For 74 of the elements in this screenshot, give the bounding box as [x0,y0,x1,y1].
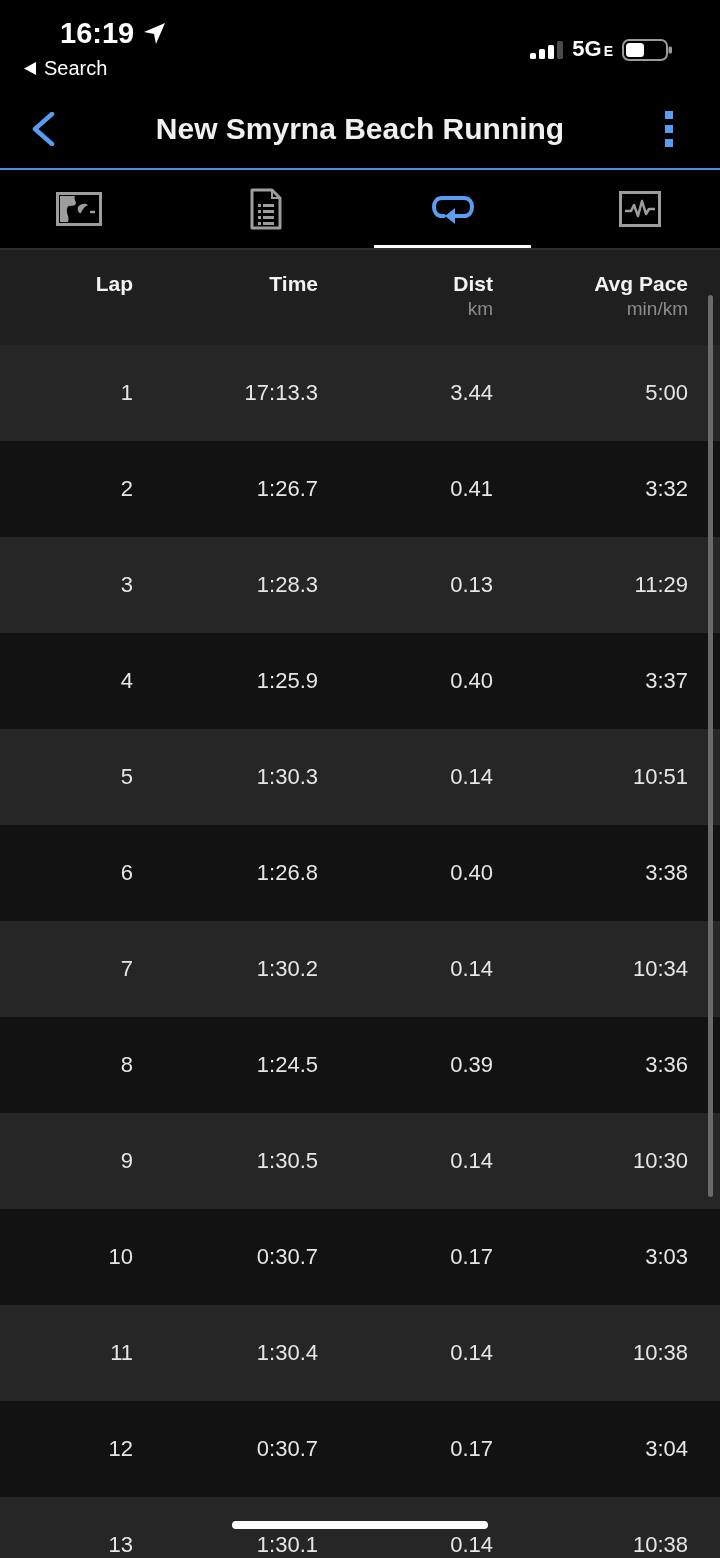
pulse-chart-icon [618,191,661,227]
table-cell: 3.44 [450,381,493,405]
column-header: Avg Pace [594,271,688,297]
back-to-search-link[interactable]: Search [24,56,108,80]
table-cell: 0.40 [450,669,493,693]
table-cell: 10:30 [632,1149,688,1173]
table-cell: 10:38 [632,1341,688,1365]
table-cell: 3:32 [645,477,688,501]
battery-icon [622,39,672,61]
column-header: Dist [453,271,493,297]
table-cell: 10:51 [632,765,688,789]
table-cell: 0.39 [450,1053,493,1077]
back-button[interactable] [30,112,56,146]
table-cell: 1:28.3 [256,573,318,597]
table-cell: 0.14 [450,765,493,789]
table-cell: 0.14 [450,1149,493,1173]
table-cell: 3:38 [645,861,688,885]
table-cell: 3:37 [645,669,688,693]
table-cell: 0.13 [450,573,493,597]
table-cell: 10:38 [632,1533,688,1557]
chevron-left-icon [30,112,56,146]
column-unit: km [467,298,493,320]
column-header: Time [269,271,318,297]
table-cell: 0:30.7 [256,1245,318,1269]
table-cell: 13 [108,1533,133,1557]
table-cell: 0.17 [450,1245,493,1269]
table-cell: 12 [108,1437,133,1461]
more-vertical-icon [664,111,674,147]
more-button[interactable] [664,111,674,147]
table-cell: 1:30.3 [256,765,318,789]
table-cell: 11:29 [634,573,688,597]
loop-arrow-icon [430,193,475,225]
table-cell: 0:30.7 [256,1437,318,1461]
table-cell: 10:34 [632,957,688,981]
back-triangle-icon [24,61,36,75]
table-cell: 0.14 [450,1341,493,1365]
table-cell: 5:00 [645,381,688,405]
table-cell: 11 [110,1341,133,1365]
table-cell: 1:24.5 [256,1053,318,1077]
table-cell: 1:30.2 [256,957,318,981]
location-arrow-icon [143,21,167,45]
table-cell: 0.41 [450,477,493,501]
table-cell: 4 [120,669,133,693]
table-cell: 1:26.7 [256,477,318,501]
table-cell: 8 [120,1053,133,1077]
table-cell: 1:26.8 [256,861,318,885]
table-cell: 7 [120,957,133,981]
document-list-icon [249,188,282,230]
table-cell: 10 [108,1245,133,1269]
table-cell: 0.14 [450,957,493,981]
table-cell: 17:13.3 [244,381,318,405]
signal-icon [530,41,564,59]
table-cell: 3:36 [645,1053,688,1077]
column-unit: min/km [626,298,688,320]
table-cell: 1:30.1 [256,1533,318,1557]
table-cell: 1:30.5 [256,1149,318,1173]
table-cell: 3 [120,573,133,597]
table-cell: 2 [120,477,133,501]
screen-title: New Smyrna Beach Running [154,111,566,147]
table-cell: 5 [120,765,133,789]
status-time: 16:19 [60,16,135,50]
table-cell: 3:03 [645,1245,688,1269]
table-cell: 0.17 [450,1437,493,1461]
table-cell: 9 [120,1149,133,1173]
table-cell: 6 [120,861,133,885]
table-cell: 1:30.4 [256,1341,318,1365]
table-cell: 1 [120,381,133,405]
table-cell: 1:25.9 [256,669,318,693]
table-cell: 0.14 [450,1533,493,1557]
table-cell: 0.40 [450,861,493,885]
table-cell: 3:04 [645,1437,688,1461]
network-type: 5GE [572,37,613,63]
map-icon [55,192,102,226]
column-header: Lap [95,271,133,297]
